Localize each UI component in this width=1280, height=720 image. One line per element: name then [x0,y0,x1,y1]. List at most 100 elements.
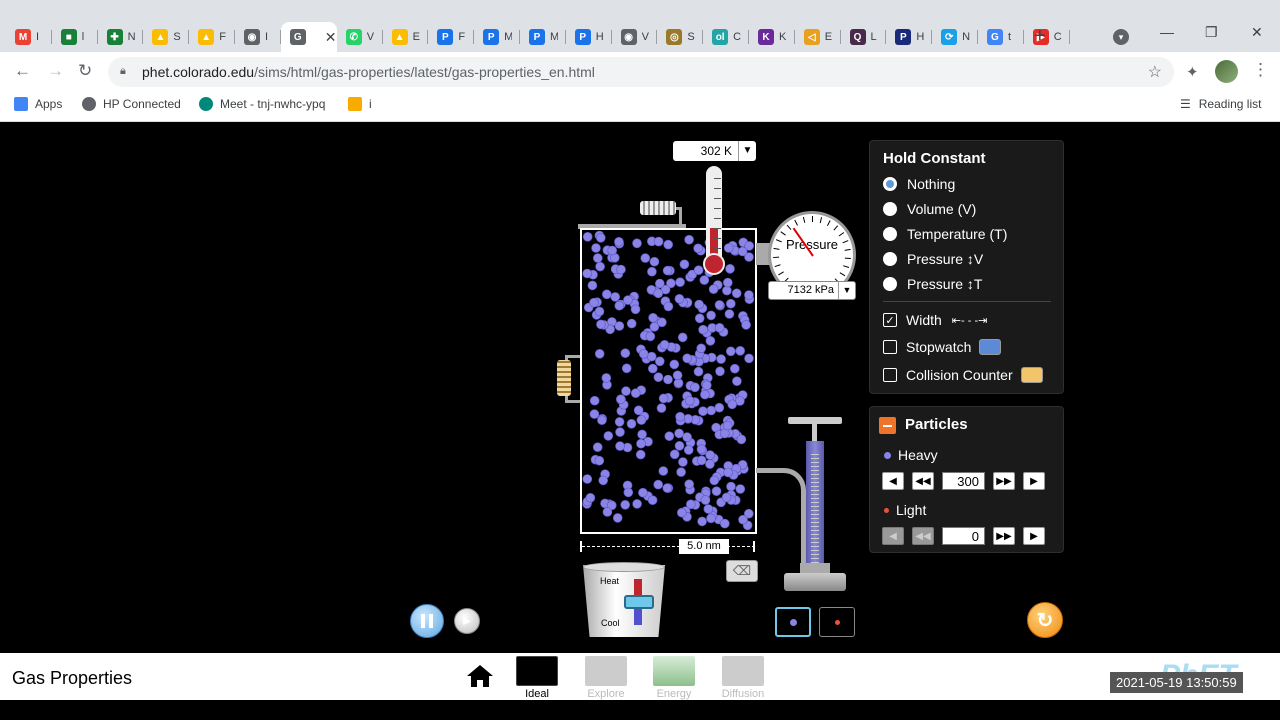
particle-field [582,230,755,531]
new-tab-button[interactable]: + [1034,25,1046,48]
heavy-particle [648,313,658,323]
browser-tab[interactable]: ◉ I [235,22,281,52]
browser-tab[interactable]: ■ l [52,22,98,52]
browser-tab[interactable]: Gt [978,22,1024,52]
bookmarks-bar: Apps HP Connected Meet - tnj-nwhc-ypq i … [0,92,1280,122]
bookmark-meet[interactable]: Meet - tnj-nwhc-ypq [199,97,325,111]
browser-tab[interactable]: ▲ E [383,22,429,52]
heavy-increment-50-button[interactable]: ▶▶ [993,472,1015,490]
checkbox[interactable]: ✓ [883,313,897,327]
radio-button[interactable] [883,177,897,191]
screen-energy[interactable]: Energy [652,656,696,700]
step-button[interactable]: ▶ [454,608,480,634]
browser-tab[interactable]: ▶ C [1024,22,1070,52]
eraser-button[interactable]: ⌫ [726,560,758,582]
close-tab-icon[interactable]: ✕ [325,29,337,46]
browser-tab[interactable]: ol C [703,22,749,52]
heavy-particle [623,487,634,498]
heavy-decrement-button[interactable]: ◀ [882,472,904,490]
radio-pressure-t[interactable]: Pressure ↕T [883,276,982,292]
heavy-particle-toggle[interactable] [775,607,811,637]
light-increment-button[interactable]: ▶ [1023,527,1045,545]
browser-tab[interactable]: ⟳ N [932,22,978,52]
browser-tab[interactable]: ✆ V [337,22,383,52]
radio-button[interactable] [883,277,897,291]
browser-tab[interactable]: ◎ S [657,22,703,52]
lid-handle[interactable] [640,201,676,215]
browser-tab[interactable]: ◉ V [612,22,658,52]
forward-icon[interactable]: → [47,61,64,81]
minimize-button[interactable]: — [1160,24,1174,40]
temperature-readout[interactable]: 302 K ▼ [673,141,756,161]
bookmark-star-icon[interactable]: ☆ [1148,62,1162,82]
browser-tab[interactable]: ◁ E [795,22,841,52]
heavy-particle-icon [884,451,891,459]
pause-button[interactable] [410,604,444,638]
restore-button[interactable]: ❐ [1205,24,1218,41]
light-particle-toggle[interactable] [819,607,855,637]
browser-tab[interactable]: ✚ N [98,22,144,52]
radio-pressure-v[interactable]: Pressure ↕V [883,251,983,267]
radio-volume[interactable]: Volume (V) [883,201,976,217]
browser-tab[interactable]: PH [886,22,932,52]
collapse-button[interactable] [879,417,896,434]
heat-cool-slider[interactable] [624,595,654,609]
width-checkbox[interactable]: ✓ Width ⇤- - -⇥ [883,312,987,328]
screen-ideal[interactable]: Ideal [515,656,559,700]
browser-tab[interactable]: PM [520,22,566,52]
browser-menu-icon[interactable]: ⋮ [1252,60,1269,80]
browser-tab[interactable]: QL [841,22,887,52]
heavy-particle [636,438,646,449]
pressure-readout[interactable]: 7132 kPa ▼ [768,281,856,300]
radio-temperature[interactable]: Temperature (T) [883,226,1007,242]
collision-counter-checkbox[interactable]: Collision Counter [883,367,1043,383]
dropdown-triangle-icon[interactable]: ▼ [738,141,756,161]
reading-list-button[interactable]: ☰ Reading list [1180,97,1261,111]
screen-diffusion[interactable]: Diffusion [721,656,765,700]
lock-icon[interactable]: 🔒︎ [120,65,126,78]
particles-panel: Particles Heavy ◀ ◀◀ 300 ▶▶ ▶ Light ◀ ◀◀… [869,406,1064,553]
browser-tab[interactable]: ▲ F [189,22,235,52]
temperature-value: 302 K [700,144,732,158]
browser-tab[interactable]: ▲ S [143,22,189,52]
reload-icon[interactable]: ↻ [78,61,92,81]
heavy-particle [596,319,606,330]
light-decrement-50-button[interactable]: ◀◀ [912,527,934,545]
radio-button[interactable] [883,227,897,241]
gauge-tick [773,256,780,259]
profile-avatar[interactable] [1215,60,1238,83]
address-bar[interactable]: 🔒︎ phet.colorado.edu/sims/html/gas-prope… [108,57,1174,87]
bookmark-apps[interactable]: Apps [14,97,62,111]
browser-tab[interactable]: PH [566,22,612,52]
radio-button[interactable] [883,252,897,266]
heavy-particle [723,467,733,478]
url-text[interactable]: phet.colorado.edu/sims/html/gas-properti… [142,64,595,80]
heavy-decrement-50-button[interactable]: ◀◀ [912,472,934,490]
dropdown-triangle-icon[interactable]: ▼ [838,282,855,299]
browser-tab[interactable]: PF [428,22,474,52]
simulation-area: 302 K ▼ Pressure 7132 kPa ▼ 5.0 nm ⌫ Hea… [0,123,1280,653]
reset-all-button[interactable]: ↻ [1027,602,1063,638]
browser-tab[interactable]: PM [474,22,520,52]
tab-favicon-icon: Q [849,29,866,45]
screen-explore[interactable]: Explore [584,656,628,700]
bookmark-i[interactable]: i [348,97,372,111]
radio-button[interactable] [883,202,897,216]
tab-search-icon[interactable]: ▾ [1113,29,1129,45]
close-window-button[interactable]: ✕ [1251,24,1263,41]
checkbox[interactable] [883,340,897,354]
radio-nothing[interactable]: Nothing [883,176,955,192]
heavy-increment-button[interactable]: ▶ [1023,472,1045,490]
browser-tab[interactable]: G ✕ [280,22,337,52]
bookmark-hp-connected[interactable]: HP Connected [82,97,181,111]
checkbox[interactable] [883,368,897,382]
light-increment-50-button[interactable]: ▶▶ [993,527,1015,545]
wall-handle[interactable] [557,360,571,396]
stopwatch-checkbox[interactable]: Stopwatch [883,339,1002,355]
home-icon[interactable] [466,664,494,688]
light-decrement-button[interactable]: ◀ [882,527,904,545]
extensions-icon[interactable]: ✦ [1186,63,1199,81]
browser-tab[interactable]: KK [749,22,795,52]
back-icon[interactable]: ← [14,61,31,81]
browser-tab[interactable]: MI [6,22,52,52]
